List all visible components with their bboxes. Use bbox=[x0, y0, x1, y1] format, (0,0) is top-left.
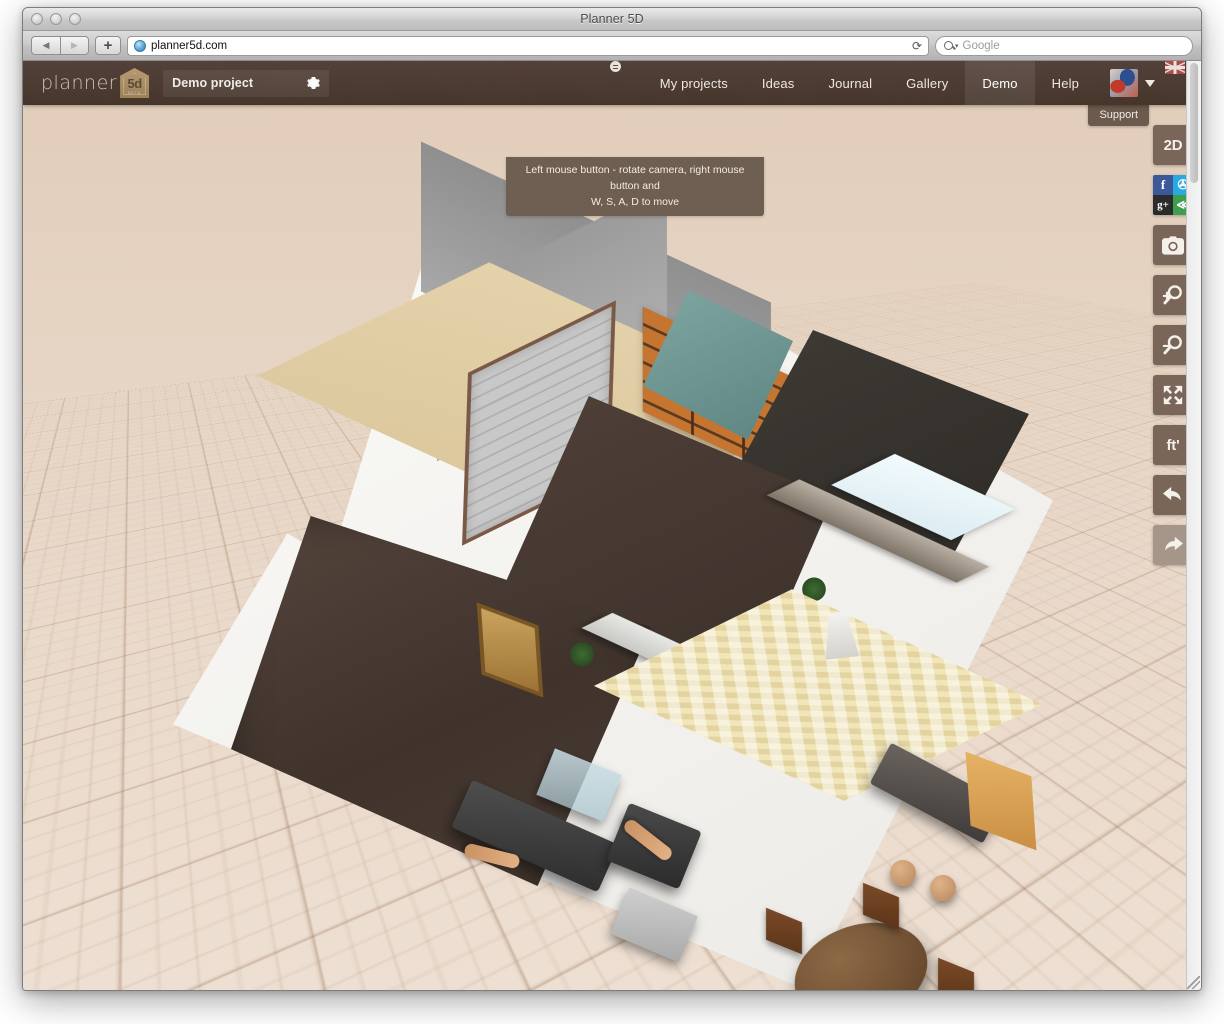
units-label: ft' bbox=[1167, 437, 1180, 454]
facebook-icon[interactable]: f bbox=[1153, 175, 1173, 195]
nav-demo[interactable]: Demo bbox=[965, 61, 1034, 105]
app-header: planner 5d BETA Demo project My projects bbox=[23, 61, 1201, 105]
back-button[interactable]: ◀ bbox=[31, 36, 60, 55]
google-plus-icon[interactable]: g+ bbox=[1153, 195, 1173, 215]
logo-badge-subtext: BETA bbox=[128, 91, 141, 95]
plant-icon[interactable] bbox=[569, 640, 595, 666]
window-title: Planner 5D bbox=[23, 12, 1201, 26]
house-model[interactable] bbox=[173, 160, 1053, 990]
undo-icon bbox=[1162, 485, 1184, 505]
nav-journal[interactable]: Journal bbox=[811, 61, 889, 105]
nav-buttons: ◀ ▶ bbox=[31, 36, 89, 55]
window-resize-grip[interactable] bbox=[1187, 976, 1200, 989]
page-scrollbar[interactable] bbox=[1186, 61, 1201, 991]
url-text: planner5d.com bbox=[151, 40, 227, 52]
hint-line-1: Left mouse button - rotate camera, right… bbox=[514, 162, 756, 194]
search-input[interactable]: ▾ Google bbox=[935, 36, 1193, 56]
account-menu[interactable] bbox=[1096, 61, 1165, 105]
bar-stool-object[interactable] bbox=[890, 860, 916, 886]
close-button[interactable] bbox=[31, 13, 43, 25]
nav-ideas[interactable]: Ideas bbox=[745, 61, 812, 105]
forward-button[interactable]: ▶ bbox=[60, 36, 89, 55]
globe-icon bbox=[134, 40, 146, 52]
reload-icon[interactable]: ⟳ bbox=[912, 39, 922, 53]
minimize-button[interactable] bbox=[50, 13, 62, 25]
uk-flag-icon[interactable] bbox=[1165, 61, 1185, 74]
logo-wordmark: planner bbox=[41, 72, 117, 94]
zoom-button[interactable] bbox=[69, 13, 81, 25]
main-navigation: My projects Ideas Journal Gallery Demo H… bbox=[606, 61, 1201, 105]
support-tab[interactable]: Support bbox=[1088, 105, 1149, 126]
address-bar[interactable]: planner5d.com ⟳ bbox=[127, 36, 929, 56]
zoom-out-icon bbox=[1162, 334, 1184, 356]
nav-gallery[interactable]: Gallery bbox=[889, 61, 965, 105]
hint-line-2: W, S, A, D to move bbox=[514, 194, 756, 210]
window-controls bbox=[31, 13, 81, 25]
web-page: planner 5d BETA Demo project My projects bbox=[23, 61, 1201, 991]
gear-icon[interactable] bbox=[306, 76, 321, 91]
window-titlebar: Planner 5D bbox=[23, 8, 1201, 31]
search-icon bbox=[944, 41, 953, 50]
expand-icon bbox=[1162, 384, 1184, 406]
nav-my-projects[interactable]: My projects bbox=[643, 61, 745, 105]
planner5d-logo[interactable]: planner 5d BETA bbox=[41, 68, 149, 98]
new-tab-button[interactable]: + bbox=[95, 36, 121, 55]
redo-icon bbox=[1162, 535, 1184, 555]
camera-icon bbox=[1162, 236, 1184, 255]
project-name-value: Demo project bbox=[172, 76, 253, 90]
chevron-down-icon[interactable] bbox=[1145, 80, 1155, 87]
bar-stool-object[interactable] bbox=[930, 875, 956, 901]
menu-toggle-icon[interactable] bbox=[610, 61, 621, 72]
zoom-in-icon bbox=[1162, 284, 1184, 306]
browser-window: Planner 5D ◀ ▶ + planner5d.com ⟳ ▾ Googl… bbox=[22, 7, 1202, 991]
logo-badge-text: 5d bbox=[127, 76, 141, 91]
scrollbar-thumb[interactable] bbox=[1190, 63, 1198, 183]
browser-toolbar: ◀ ▶ + planner5d.com ⟳ ▾ Google bbox=[23, 31, 1201, 61]
nav-help[interactable]: Help bbox=[1035, 61, 1096, 105]
view-mode-2d-label: 2D bbox=[1164, 137, 1183, 154]
project-name-field[interactable]: Demo project bbox=[163, 70, 329, 97]
floorplan-3d-canvas[interactable] bbox=[23, 105, 1201, 991]
camera-hint-tooltip: Left mouse button - rotate camera, right… bbox=[506, 157, 764, 216]
logo-house-badge: 5d BETA bbox=[120, 68, 149, 98]
dining-chair-object[interactable] bbox=[938, 958, 974, 991]
search-placeholder: Google bbox=[963, 40, 1000, 52]
avatar[interactable] bbox=[1110, 69, 1138, 97]
